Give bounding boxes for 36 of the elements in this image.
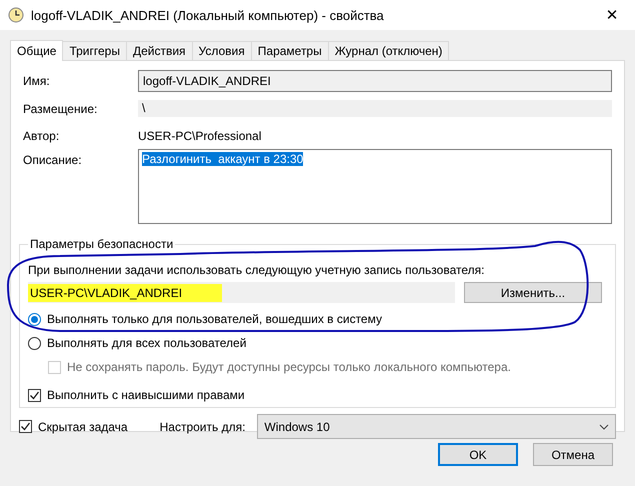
dialog-button[interactable]: OK bbox=[438, 443, 518, 466]
radio-label: Выполнять только для пользователей, вошедших в систему bbox=[47, 312, 382, 326]
field-label: Настроить для: bbox=[160, 420, 246, 434]
close-button[interactable]: ✕ bbox=[589, 0, 635, 30]
radio-label: Выполнять для всех пользователей bbox=[47, 336, 246, 350]
tab[interactable]: Общие bbox=[10, 40, 64, 61]
check-icon bbox=[20, 421, 31, 432]
checkbox-label: Выполнить с наивысшими правами bbox=[47, 388, 245, 402]
radio-button[interactable] bbox=[28, 312, 41, 326]
checkbox[interactable] bbox=[19, 420, 32, 433]
os-dropdown[interactable]: Windows 10 bbox=[257, 414, 616, 439]
author-value: USER-PC\Professional bbox=[138, 128, 262, 143]
clock-icon bbox=[8, 7, 24, 23]
change-button[interactable]: Изменить... bbox=[464, 282, 602, 303]
tab[interactable]: Журнал (отключен) bbox=[328, 41, 450, 60]
account-prompt: При выполнении задачи использовать следующую учетную запись пользователя: bbox=[28, 263, 486, 277]
account-field: USER-PC\VLADIK_ANDREI bbox=[28, 282, 455, 303]
name-field[interactable]: logoff-VLADIK_ANDREI bbox=[138, 70, 612, 92]
dialog-button[interactable]: Отмена bbox=[533, 443, 613, 466]
field-label: Автор: bbox=[23, 128, 60, 143]
checkbox-label: Скрытая задача bbox=[38, 420, 128, 434]
field-label: Имя: bbox=[23, 73, 51, 88]
tab[interactable]: Действия bbox=[126, 41, 193, 60]
check-icon bbox=[29, 390, 40, 400]
radio-button[interactable] bbox=[28, 336, 41, 350]
window-title: logoff-VLADIK_ANDREI (Локальный компьютер) - свойства bbox=[31, 8, 385, 22]
description-field[interactable]: Разлогинить аккаунт в 23:30 bbox=[138, 149, 612, 224]
field-label: Размещение: bbox=[23, 101, 98, 116]
group-title: Параметры безопасности bbox=[28, 237, 176, 251]
checkbox-label: Не сохранять пароль. Будут доступны ресурсы только локального компьютера. bbox=[67, 360, 511, 374]
tab[interactable]: Триггеры bbox=[62, 41, 127, 60]
checkbox[interactable] bbox=[28, 388, 41, 402]
field-label: Описание: bbox=[23, 152, 83, 167]
tab[interactable]: Параметры bbox=[250, 41, 329, 60]
chevron-down-icon bbox=[599, 424, 609, 430]
location-field: \ bbox=[138, 100, 612, 117]
